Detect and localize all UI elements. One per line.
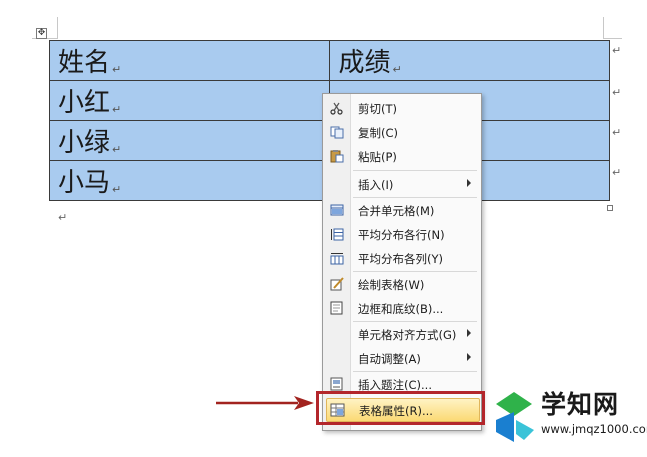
scissors-icon	[329, 101, 344, 115]
menu-item-insert[interactable]: 插入(I)	[323, 172, 481, 196]
cell-text: 成绩	[338, 48, 391, 78]
table-move-handle-icon[interactable]: ✥	[36, 28, 47, 39]
cell-end-mark: ↵	[112, 63, 122, 76]
row-end-mark: ↵	[612, 86, 622, 99]
watermark-url: www.jmqz1000.com	[541, 422, 647, 436]
cell-text: 小绿	[58, 128, 111, 158]
cell-text: 姓名	[58, 48, 111, 78]
menu-item-draw-table[interactable]: 绘制表格(W)	[323, 272, 481, 296]
table-cell[interactable]: 小马 ↵	[48, 160, 331, 201]
logo-icon	[496, 392, 534, 442]
highlight-box	[316, 391, 485, 425]
cell-text: 小马	[58, 168, 111, 198]
margin-guide-left	[57, 17, 58, 39]
watermark: 学知网 www.jmqz1000.com	[494, 380, 647, 455]
context-menu: 剪切(T) 复制(C) 粘贴(P) 插入(I) 合并单元格(M) 平均分布各行(…	[322, 93, 482, 431]
menu-item-copy[interactable]: 复制(C)	[323, 120, 481, 144]
menu-item-cell-alignment[interactable]: 单元格对齐方式(G)	[323, 322, 481, 346]
draw-table-icon	[329, 277, 344, 291]
copy-icon	[329, 125, 344, 139]
submenu-arrow-icon	[467, 179, 471, 187]
table-cell[interactable]: 成绩 ↵	[329, 40, 610, 81]
cell-end-mark: ↵	[112, 183, 122, 196]
menu-item-autofit[interactable]: 自动调整(A)	[323, 346, 481, 370]
submenu-arrow-icon	[467, 329, 471, 337]
table-cell[interactable]: 姓名 ↵	[48, 40, 331, 81]
menu-item-distribute-columns[interactable]: 平均分布各列(Y)	[323, 246, 481, 270]
menu-separator	[353, 170, 477, 171]
menu-item-borders-shading[interactable]: 边框和底纹(B)...	[323, 296, 481, 320]
menu-item-cut[interactable]: 剪切(T)	[323, 96, 481, 120]
row-end-mark: ↵	[612, 166, 622, 179]
table-row: 姓名 ↵ 成绩 ↵	[48, 40, 610, 81]
table-resize-handle[interactable]	[607, 205, 613, 211]
paste-icon	[329, 149, 344, 163]
cell-end-mark: ↵	[112, 143, 122, 156]
merge-cells-icon	[329, 203, 344, 217]
distribute-rows-icon	[329, 227, 344, 241]
menu-item-distribute-rows[interactable]: 平均分布各行(N)	[323, 222, 481, 246]
menu-item-merge-cells[interactable]: 合并单元格(M)	[323, 198, 481, 222]
submenu-arrow-icon	[467, 353, 471, 361]
cell-text: 小红	[58, 88, 111, 118]
cell-end-mark: ↵	[392, 63, 402, 76]
row-end-mark: ↵	[612, 126, 622, 139]
insert-caption-icon	[329, 377, 344, 391]
pointer-arrow-icon	[216, 396, 314, 410]
margin-guide-right	[603, 17, 604, 39]
row-end-mark: ↵	[612, 44, 622, 57]
cell-end-mark: ↵	[112, 103, 122, 116]
watermark-title: 学知网	[541, 390, 620, 419]
paragraph-mark: ↵	[58, 211, 68, 224]
margin-guide-top-right	[604, 38, 622, 39]
table-cell[interactable]: 小红 ↵	[48, 80, 331, 121]
table-cell[interactable]: 小绿 ↵	[48, 120, 331, 161]
borders-shading-icon	[329, 301, 344, 315]
distribute-columns-icon	[329, 251, 344, 265]
menu-item-paste[interactable]: 粘贴(P)	[323, 144, 481, 168]
